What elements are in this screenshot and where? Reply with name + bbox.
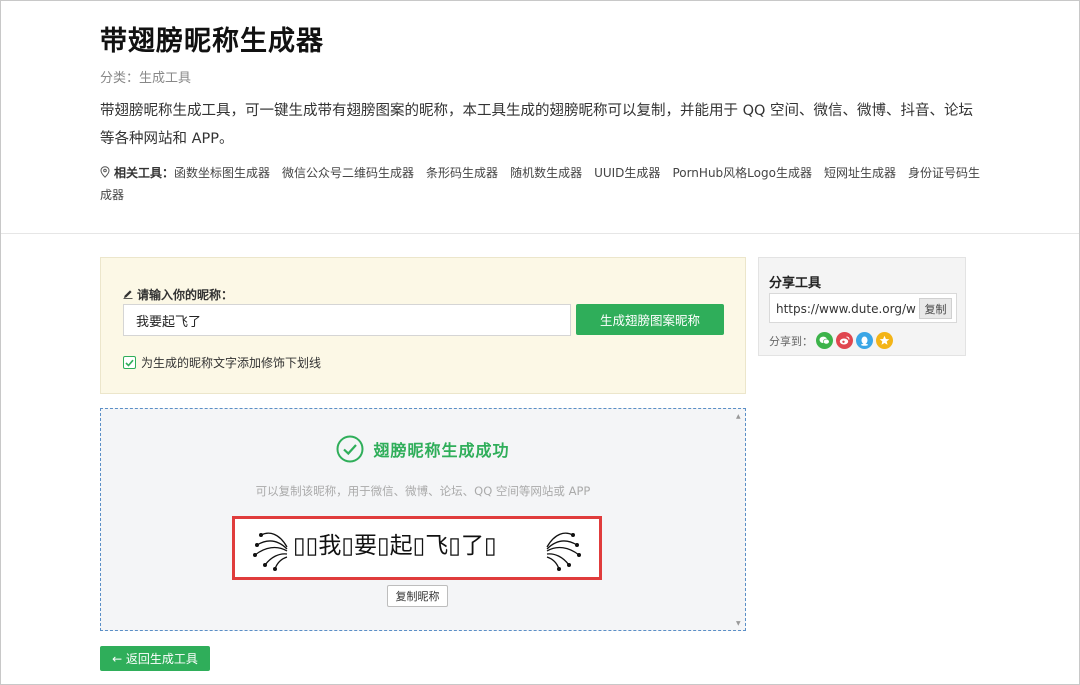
share-url[interactable]: https://www.dute.org/wings-nickname [776,302,916,316]
nickname-input-label-text: 请输入你的昵称： [137,288,234,302]
left-wing-icon [253,532,288,571]
scroll-up-arrow-icon[interactable]: ▲ [736,413,741,420]
pencil-icon [123,288,133,302]
result-panel: ▲ ▼ 翅膀昵称生成成功 可以复制该昵称，用于微信、微博、论坛、QQ 空间等网站… [100,408,746,631]
related-tool-link[interactable]: 短网址生成器 [824,166,896,180]
qq-icon[interactable] [856,332,873,349]
nickname-input-panel: 请输入你的昵称： 生成翅膀图案昵称 为生成的昵称文字添加修饰下划线 [100,257,746,394]
related-tools: 相关工具：函数坐标图生成器 微信公众号二维码生成器 条形码生成器 随机数生成器 UUID… [100,162,980,206]
related-tool-link[interactable]: 函数坐标图生成器 [174,166,270,180]
success-check-icon [336,435,364,463]
generate-wings-button[interactable]: 生成翅膀图案昵称 [576,304,724,335]
nickname-input[interactable] [123,304,571,336]
success-subtitle: 可以复制该昵称，用于微信、微博、论坛、QQ 空间等网站或 APP [255,484,591,498]
generated-nickname-box: ▯▯我▯要▯起▯飞▯了▯ [232,516,602,580]
wechat-icon[interactable] [816,332,833,349]
share-to-row: 分享到： [769,332,893,349]
nickname-input-label: 请输入你的昵称： [123,286,233,303]
page-header: 带翅膀昵称生成器 分类：生成工具 带翅膀昵称生成工具，可一键生成带有翅膀图案的昵… [1,1,1079,234]
related-tool-link[interactable]: UUID生成器 [594,166,660,180]
related-tool-link[interactable]: 随机数生成器 [510,166,582,180]
scroll-down-arrow-icon[interactable]: ▼ [736,620,741,627]
qzone-icon[interactable] [876,332,893,349]
underline-option-label: 为生成的昵称文字添加修饰下划线 [141,356,322,370]
share-panel: 分享工具 https://www.dute.org/wings-nickname… [758,257,966,356]
copy-nickname-button[interactable]: 复制昵称 [387,585,448,607]
weibo-icon[interactable] [836,332,853,349]
underline-option[interactable]: 为生成的昵称文字添加修饰下划线 [123,354,321,371]
tool-description: 带翅膀昵称生成工具，可一键生成带有翅膀图案的昵称，本工具生成的翅膀昵称可以复制，… [100,103,974,147]
related-tools-label: 相关工具： [114,166,175,180]
page-title: 带翅膀昵称生成器 [100,26,324,57]
right-wing-icon [546,532,581,571]
related-tool-link[interactable]: 条形码生成器 [426,166,498,180]
copy-url-button[interactable]: 复制 [919,298,952,319]
related-tool-link[interactable]: PornHub风格Logo生成器 [672,166,812,180]
share-title: 分享工具 [769,276,822,291]
success-title: 翅膀昵称生成成功 [373,441,510,460]
generated-nickname[interactable]: ▯▯我▯要▯起▯飞▯了▯ [293,526,497,560]
success-heading: 翅膀昵称生成成功 [101,435,745,463]
check-icon [125,359,134,367]
share-url-box: https://www.dute.org/wings-nickname 复制 [769,293,957,323]
back-to-tools-button[interactable]: ← 返回生成工具 [100,646,210,671]
related-tool-link[interactable]: 微信公众号二维码生成器 [282,166,414,180]
location-pin-icon [100,166,110,178]
share-to-label: 分享到： [769,334,813,348]
underline-checkbox[interactable] [123,356,136,369]
category-label: 分类：生成工具 [100,71,192,86]
